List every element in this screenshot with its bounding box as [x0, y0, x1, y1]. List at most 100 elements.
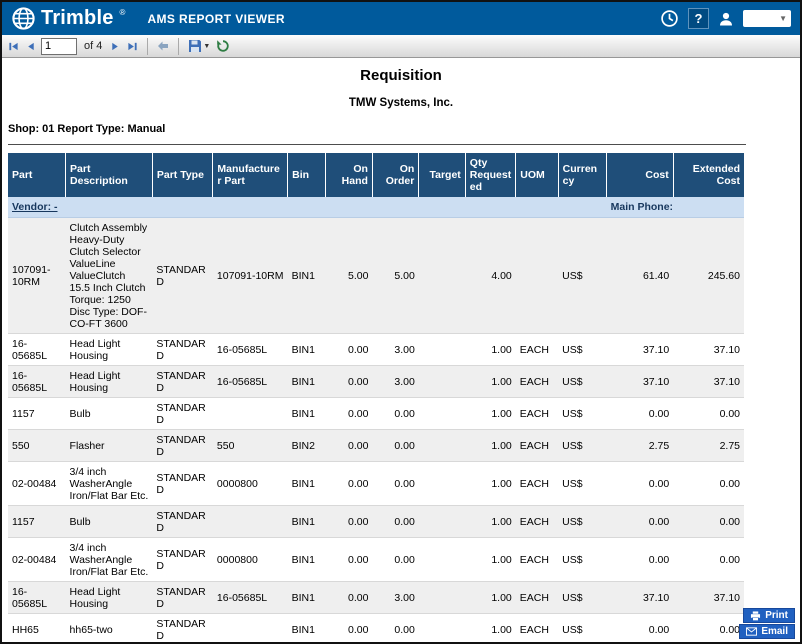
- table-cell: 0.00: [673, 614, 744, 643]
- table-cell: 3/4 inch WasherAngle Iron/Flat Bar Etc.: [66, 462, 153, 506]
- report-content[interactable]: Requisition TMW Systems, Inc. Shop:01Rep…: [2, 58, 800, 642]
- report-table: PartPart DescriptionPart TypeManufacture…: [8, 153, 744, 642]
- report-type-label: Report Type:: [57, 123, 124, 135]
- table-cell: 0.00: [326, 506, 372, 538]
- table-cell: 0.00: [326, 462, 372, 506]
- table-cell: STANDARD: [152, 430, 213, 462]
- column-header: Bin: [288, 153, 326, 197]
- email-button[interactable]: Email: [739, 624, 795, 639]
- email-label: Email: [761, 626, 788, 637]
- table-cell: US$: [558, 218, 606, 334]
- table-cell: [213, 506, 288, 538]
- table-cell: 0000800: [213, 538, 288, 582]
- table-cell: 0.00: [372, 614, 418, 643]
- table-cell: 0.00: [326, 582, 372, 614]
- table-cell: 3.00: [372, 582, 418, 614]
- column-header: On Hand: [326, 153, 372, 197]
- table-cell: 0000800: [213, 462, 288, 506]
- table-cell: 0.00: [607, 462, 674, 506]
- first-page-button[interactable]: [7, 40, 20, 53]
- table-cell: 107091-10RM: [8, 218, 66, 334]
- table-cell: 0.00: [326, 366, 372, 398]
- report-type-value: Manual: [127, 123, 165, 135]
- table-cell: 0.00: [673, 398, 744, 430]
- registered-mark: ®: [120, 8, 126, 17]
- table-cell: 37.10: [607, 366, 674, 398]
- table-cell: 16-05685L: [213, 334, 288, 366]
- table-cell: 550: [213, 430, 288, 462]
- toolbar-separator: [147, 38, 148, 55]
- table-cell: 16-05685L: [213, 366, 288, 398]
- help-button[interactable]: ?: [688, 8, 709, 29]
- table-cell: 1.00: [465, 462, 515, 506]
- table-cell: [419, 462, 465, 506]
- table-cell: 16-05685L: [8, 366, 66, 398]
- report-parameters: Shop:01Report Type:Manual: [8, 123, 800, 135]
- table-cell: EACH: [516, 582, 558, 614]
- table-row: 107091-10RMClutch Assembly Heavy-Duty Cl…: [8, 218, 744, 334]
- table-cell: 1.00: [465, 366, 515, 398]
- table-cell: US$: [558, 614, 606, 643]
- column-header: Part Description: [66, 153, 153, 197]
- table-cell: EACH: [516, 614, 558, 643]
- table-cell: EACH: [516, 334, 558, 366]
- column-header: Extended Cost: [673, 153, 744, 197]
- table-cell: US$: [558, 398, 606, 430]
- table-header-row: PartPart DescriptionPart TypeManufacture…: [8, 153, 744, 197]
- trimble-globe-icon: [11, 6, 36, 31]
- main-phone-label: Main Phone:: [607, 197, 744, 218]
- table-cell: [419, 430, 465, 462]
- table-cell: 4.00: [465, 218, 515, 334]
- table-cell: BIN1: [288, 538, 326, 582]
- table-cell: [419, 218, 465, 334]
- export-dropdown-caret-icon: ▼: [203, 43, 210, 50]
- table-row: 02-004843/4 inch WasherAngle Iron/Flat B…: [8, 538, 744, 582]
- table-body: Vendor: - Main Phone:107091-10RMClutch As…: [8, 197, 744, 642]
- table-cell: 02-00484: [8, 462, 66, 506]
- report-toolbar: of 4 ▼: [2, 35, 800, 58]
- page-number-input[interactable]: [41, 38, 77, 55]
- table-cell: BIN2: [288, 430, 326, 462]
- table-row: 1157BulbSTANDARDBIN10.000.001.00EACHUS$0…: [8, 506, 744, 538]
- table-cell: STANDARD: [152, 366, 213, 398]
- table-cell: STANDARD: [152, 614, 213, 643]
- table-cell: 0.00: [607, 398, 674, 430]
- last-page-button[interactable]: [126, 40, 139, 53]
- table-cell: EACH: [516, 366, 558, 398]
- table-cell: BIN1: [288, 398, 326, 430]
- table-cell: 0.00: [326, 538, 372, 582]
- print-button[interactable]: Print: [743, 608, 795, 623]
- table-cell: 550: [8, 430, 66, 462]
- vendor-link[interactable]: Vendor: -: [12, 201, 58, 213]
- prev-page-button[interactable]: [24, 40, 37, 53]
- table-cell: [516, 218, 558, 334]
- table-cell: 3.00: [372, 334, 418, 366]
- vendor-row: Vendor: - Main Phone:: [8, 197, 744, 218]
- session-clock-icon[interactable]: [660, 9, 679, 28]
- table-cell: 0.00: [326, 430, 372, 462]
- column-header: Qty Requested: [465, 153, 515, 197]
- table-cell: HH65: [8, 614, 66, 643]
- export-button[interactable]: ▼: [187, 38, 211, 54]
- report-company: TMW Systems, Inc.: [2, 97, 800, 109]
- refresh-button[interactable]: [215, 38, 231, 54]
- table-cell: Head Light Housing: [66, 366, 153, 398]
- table-cell: 0.00: [372, 506, 418, 538]
- topbar-actions: ? ▼: [660, 8, 791, 29]
- user-icon[interactable]: [718, 11, 734, 27]
- table-cell: BIN1: [288, 462, 326, 506]
- next-page-button[interactable]: [109, 40, 122, 53]
- toolbar-separator: [178, 38, 179, 55]
- envelope-icon: [746, 627, 757, 636]
- header-divider: [8, 144, 746, 145]
- action-buttons: Print Email: [739, 608, 795, 639]
- shop-label: Shop:: [8, 123, 39, 135]
- user-menu-dropdown[interactable]: ▼: [743, 10, 791, 27]
- column-header: Part: [8, 153, 66, 197]
- table-cell: BIN1: [288, 614, 326, 643]
- table-cell: 1.00: [465, 582, 515, 614]
- table-cell: 37.10: [607, 582, 674, 614]
- back-to-parent-button[interactable]: [156, 39, 170, 53]
- table-cell: 1157: [8, 506, 66, 538]
- table-cell: 1.00: [465, 430, 515, 462]
